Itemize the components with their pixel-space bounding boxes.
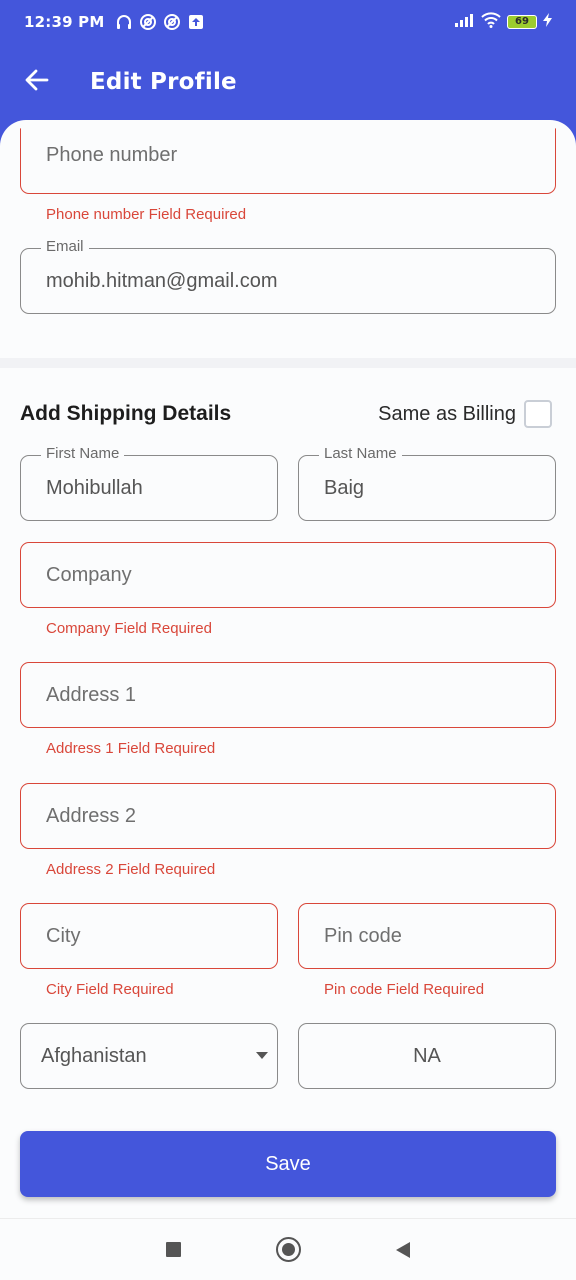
caret-down-icon — [256, 1052, 268, 1059]
same-as-billing-label: Same as Billing — [378, 402, 516, 425]
address1-field[interactable]: Address 1 — [20, 662, 556, 728]
company-field[interactable]: Company — [20, 542, 556, 608]
pincode-field[interactable]: Pin code — [298, 903, 556, 969]
upload-icon — [187, 13, 205, 31]
headset-icon — [115, 13, 133, 31]
back-button[interactable] — [20, 65, 54, 99]
state-field[interactable]: NA — [298, 1023, 556, 1089]
shipping-section-title: Add Shipping Details — [20, 402, 232, 425]
charging-icon — [543, 13, 552, 31]
same-as-billing-toggle[interactable]: Same as Billing — [378, 400, 552, 428]
wifi-icon — [481, 12, 501, 32]
vpn-icon — [163, 13, 181, 31]
city-field[interactable]: City — [20, 903, 278, 969]
address2-field[interactable]: Address 2 — [20, 783, 556, 849]
country-select[interactable]: Afghanistan — [20, 1023, 278, 1089]
address2-placeholder: Address 2 — [46, 804, 137, 827]
recents-square-icon[interactable] — [166, 1242, 181, 1257]
pincode-error: Pin code Field Required — [324, 981, 485, 998]
last-name-value: Baig — [324, 476, 365, 499]
last-name-field[interactable]: Last Name Baig — [298, 445, 556, 521]
country-value: Afghanistan — [41, 1044, 147, 1067]
phone-number-placeholder: Phone number — [46, 143, 178, 166]
phone-number-error: Phone number Field Required — [46, 206, 247, 223]
home-circle-icon[interactable] — [276, 1237, 301, 1262]
address2-error: Address 2 Field Required — [46, 861, 216, 878]
page-title: Edit Profile — [90, 69, 237, 95]
city-placeholder: City — [46, 924, 81, 947]
phone-number-field[interactable]: Phone number — [20, 128, 556, 194]
pincode-placeholder: Pin code — [324, 924, 402, 947]
signal-icon — [455, 13, 475, 31]
first-name-field[interactable]: First Name Mohibullah — [20, 445, 278, 521]
company-placeholder: Company — [46, 563, 132, 586]
section-divider — [0, 358, 576, 368]
status-right: 69 — [455, 12, 552, 32]
company-error: Company Field Required — [46, 620, 212, 637]
save-button[interactable]: Save — [20, 1131, 556, 1197]
back-triangle-icon[interactable] — [396, 1241, 410, 1258]
arrow-left-icon — [25, 69, 49, 95]
edit-profile-form: Phone number Phone number Field Required… — [0, 120, 576, 1218]
app-bar: Edit Profile — [0, 44, 576, 120]
email-value: mohib.hitman@gmail.com — [46, 269, 278, 292]
first-name-value: Mohibullah — [46, 476, 143, 499]
city-error: City Field Required — [46, 981, 174, 998]
system-nav-bar — [0, 1218, 576, 1280]
status-bar: 12:39 PM 69 — [0, 0, 576, 44]
status-time: 12:39 PM — [24, 13, 105, 31]
same-as-billing-checkbox[interactable] — [524, 400, 552, 428]
battery-icon: 69 — [507, 15, 537, 29]
vpn-icon — [139, 13, 157, 31]
state-value: NA — [413, 1044, 441, 1067]
address1-placeholder: Address 1 — [46, 683, 137, 706]
email-field[interactable]: Email mohib.hitman@gmail.com — [20, 238, 556, 314]
address1-error: Address 1 Field Required — [46, 740, 216, 757]
